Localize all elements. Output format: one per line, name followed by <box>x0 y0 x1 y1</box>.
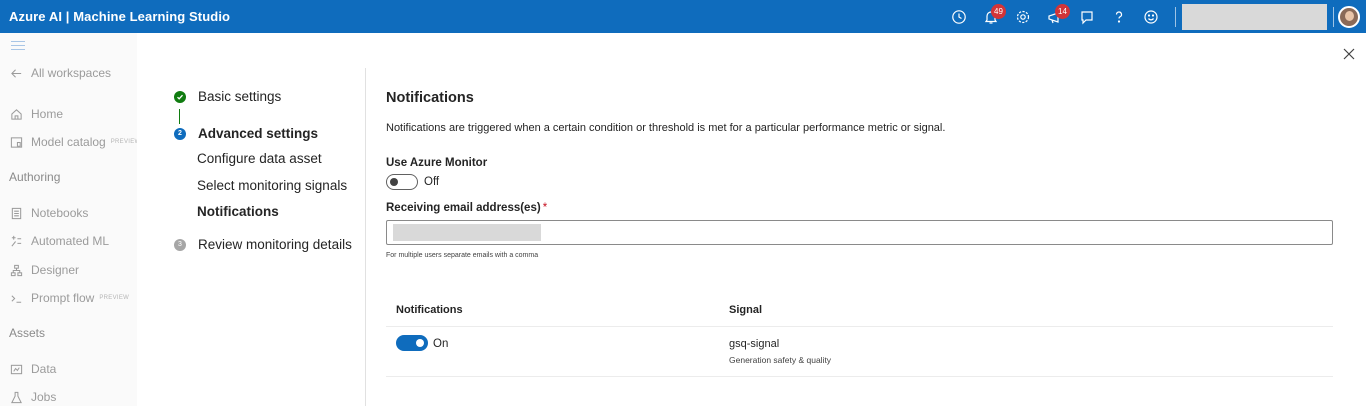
back-to-workspaces[interactable]: All workspaces <box>9 66 111 80</box>
smiley-icon[interactable] <box>1135 0 1167 33</box>
home-icon <box>9 107 23 121</box>
azure-monitor-toggle[interactable] <box>386 174 418 190</box>
step-basic-settings-label: Basic settings <box>198 89 282 104</box>
catalog-icon <box>9 135 23 149</box>
step-connector <box>179 109 180 124</box>
account-info[interactable] <box>1182 3 1327 30</box>
checkmark-icon <box>174 90 186 103</box>
flask-icon <box>9 390 23 404</box>
step-advanced-settings[interactable]: 2 Advanced settings <box>174 126 318 141</box>
section-header-assets: Assets <box>9 326 46 340</box>
chat-icon[interactable] <box>1071 0 1103 33</box>
signal-type: Generation safety & quality <box>729 355 832 365</box>
email-label: Receiving email address(es) * <box>386 202 547 214</box>
nav-home-label: Home <box>31 107 64 121</box>
megaphone-icon[interactable]: 14 <box>1039 0 1071 33</box>
top-bar-separator <box>1175 6 1176 27</box>
bell-icon[interactable]: 49 <box>975 0 1007 33</box>
step-number-badge: 2 <box>174 127 186 140</box>
nav-designer-label: Designer <box>31 263 80 277</box>
left-nav: All workspaces Home Model catalog PREVIE… <box>0 33 140 406</box>
back-label: All workspaces <box>31 66 112 80</box>
clock-icon[interactable] <box>943 0 975 33</box>
email-value-redacted <box>393 224 541 241</box>
top-bar-actions: 49 14 <box>943 0 1366 33</box>
table-header-divider <box>386 326 1333 327</box>
panel-divider <box>365 68 366 406</box>
gear-icon[interactable] <box>1007 0 1039 33</box>
nav-item-automated-ml[interactable]: Automated ML <box>9 234 109 248</box>
nav-item-home[interactable]: Home <box>9 107 63 121</box>
terminal-icon <box>9 291 23 305</box>
nav-prompt-flow-label: Prompt flow <box>31 291 95 305</box>
required-mark: * <box>542 202 548 214</box>
designer-icon <box>9 263 23 277</box>
nav-item-jobs[interactable]: Jobs <box>9 390 56 404</box>
data-icon <box>9 362 23 376</box>
email-field[interactable] <box>386 220 1333 245</box>
column-header-notifications: Notifications <box>396 304 463 316</box>
nav-item-model-catalog[interactable]: Model catalog PREVIEW <box>9 135 141 149</box>
nav-item-notebooks[interactable]: Notebooks <box>9 206 88 220</box>
page-description: Notifications are triggered when a certa… <box>386 122 946 134</box>
nav-model-catalog-label: Model catalog <box>31 135 106 149</box>
table-row-divider <box>386 376 1333 377</box>
email-hint: For multiple users separate emails with … <box>386 252 539 259</box>
signal-notification-toggle[interactable] <box>396 335 428 351</box>
azure-monitor-label: Use Azure Monitor <box>386 157 488 169</box>
nav-item-designer[interactable]: Designer <box>9 263 79 277</box>
help-icon[interactable] <box>1103 0 1135 33</box>
nav-automated-ml-label: Automated ML <box>31 234 110 248</box>
automl-icon <box>9 234 23 248</box>
step-review-monitoring-details[interactable]: 3 Review monitoring details <box>174 237 352 252</box>
section-header-authoring: Authoring <box>9 170 61 184</box>
page-title: Notifications <box>386 90 474 106</box>
top-bar-separator <box>1333 6 1334 27</box>
close-icon[interactable] <box>1342 47 1356 61</box>
email-label-text: Receiving email address(es) <box>386 202 541 214</box>
hamburger-icon[interactable] <box>11 41 25 53</box>
step-number-badge: 3 <box>174 238 186 251</box>
nav-item-prompt-flow[interactable]: Prompt flow PREVIEW <box>9 291 129 305</box>
column-header-signal: Signal <box>729 304 763 316</box>
signal-name: gsq-signal <box>729 338 780 350</box>
substep-notifications[interactable]: Notifications <box>197 204 279 219</box>
substep-configure-data-asset[interactable]: Configure data asset <box>197 151 322 166</box>
avatar[interactable] <box>1338 5 1360 28</box>
step-basic-settings[interactable]: Basic settings <box>174 89 281 104</box>
notifications-badge: 49 <box>991 4 1006 19</box>
notebook-icon <box>9 206 23 220</box>
step-review-label: Review monitoring details <box>198 237 352 252</box>
nav-jobs-label: Jobs <box>31 390 57 404</box>
top-bar: Azure AI | Machine Learning Studio 49 14 <box>0 0 1366 33</box>
nav-item-data[interactable]: Data <box>9 362 56 376</box>
feedback-badge: 14 <box>1055 4 1070 19</box>
arrow-left-icon <box>9 66 23 80</box>
azure-monitor-state: Off <box>424 176 440 188</box>
app-title[interactable]: Azure AI | Machine Learning Studio <box>9 9 230 24</box>
signal-notification-state: On <box>433 338 449 350</box>
nav-notebooks-label: Notebooks <box>31 206 89 220</box>
nav-data-label: Data <box>31 362 57 376</box>
preview-tag: PREVIEW <box>99 295 130 301</box>
substep-select-monitoring-signals[interactable]: Select monitoring signals <box>197 178 347 193</box>
create-monitor-panel: Basic settings 2 Advanced settings Confi… <box>137 33 1366 406</box>
step-advanced-settings-label: Advanced settings <box>198 126 319 141</box>
